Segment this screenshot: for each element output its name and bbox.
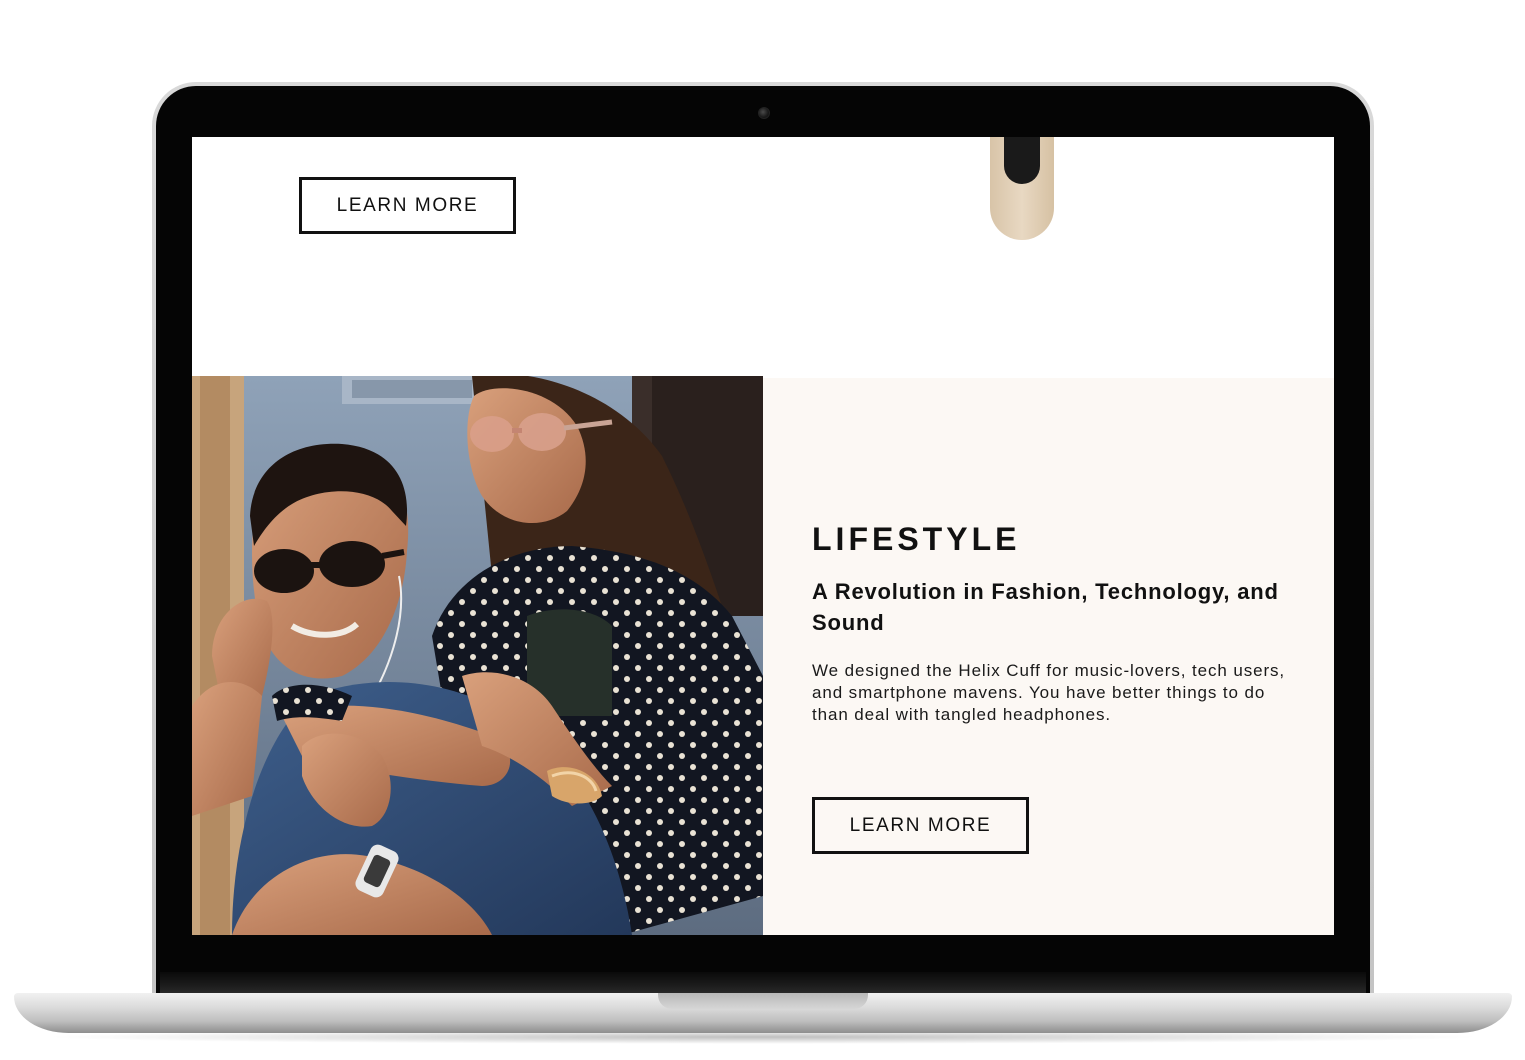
lifestyle-panel: LIFESTYLE A Revolution in Fashion, Techn…	[763, 378, 1334, 935]
camera-icon	[758, 107, 770, 119]
lifestyle-description: We designed the Helix Cuff for music-lov…	[812, 661, 1286, 724]
laptop-mockup: LEARN MORE LIFESTYLE A Revolution in Fas…	[0, 0, 1525, 1060]
learn-more-button-lifestyle[interactable]: LEARN MORE	[812, 797, 1029, 854]
laptop-hinge	[160, 972, 1366, 994]
laptop-opening-notch	[658, 993, 868, 1009]
website-screen: LEARN MORE LIFESTYLE A Revolution in Fas…	[192, 137, 1334, 935]
top-section: LEARN MORE	[192, 137, 1334, 377]
helix-cuff-earbud-image	[1004, 137, 1040, 184]
lifestyle-subheading: A Revolution in Fashion, Technology, and…	[812, 579, 1279, 635]
lifestyle-heading: LIFESTYLE	[812, 521, 1021, 557]
lifestyle-photo	[192, 376, 763, 935]
learn-more-button-top[interactable]: LEARN MORE	[299, 177, 516, 234]
